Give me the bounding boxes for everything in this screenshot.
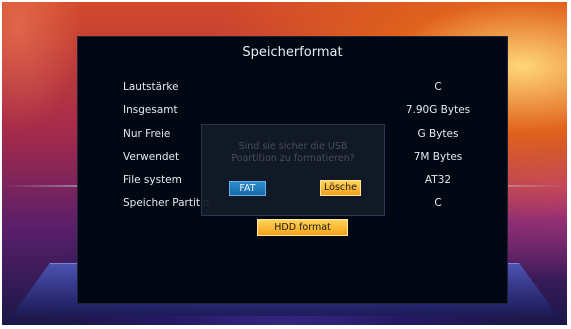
info-value: C (434, 81, 442, 93)
info-label: Lautstärke (123, 81, 179, 93)
info-row-volume: Lautstärke C (123, 81, 483, 97)
info-label: Nur Freie (123, 128, 171, 140)
dialog-message: Sind sie sicher die USB Poartition zu fo… (202, 141, 384, 165)
info-label: Verwendet (123, 151, 180, 163)
info-row-total: Insgesamt 7.90G Bytes (123, 104, 483, 120)
dialog-message-line-1: Sind sie sicher die USB (238, 141, 348, 152)
info-label: Insgesamt (123, 104, 178, 116)
info-value: 7M Bytes (413, 151, 463, 163)
hdd-format-button[interactable]: HDD format (257, 219, 348, 236)
info-value: G Bytes (417, 128, 459, 140)
info-value: C (434, 197, 442, 209)
info-value: 7.90G Bytes (405, 104, 471, 116)
info-label: File system (123, 174, 182, 186)
info-value: AT32 (424, 174, 452, 186)
page-title: Speicherformat (242, 45, 343, 60)
fat-button[interactable]: FAT (229, 181, 266, 196)
delete-button[interactable]: Lösche (320, 180, 361, 196)
dialog-message-line-2: Poartition zu formatieren? (231, 153, 355, 164)
confirm-format-dialog: Sind sie sicher die USB Poartition zu fo… (201, 124, 385, 216)
tv-background: Speicherformat Lautstärke C Insgesamt 7.… (2, 2, 567, 325)
info-label: Speicher Partitio (123, 197, 210, 209)
